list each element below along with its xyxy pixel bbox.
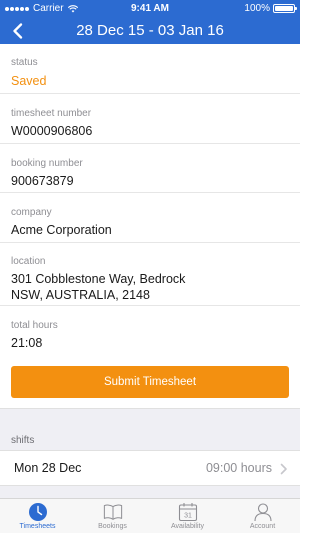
booking-number-value: 900673879 <box>11 174 74 188</box>
tab-availability[interactable]: 31 Availability <box>150 499 225 533</box>
battery-icon <box>273 4 297 13</box>
person-icon <box>253 503 272 522</box>
timesheet-number-value: W0000906806 <box>11 124 93 138</box>
navigation-bar: 28 Dec 15 - 03 Jan 16 <box>0 18 300 44</box>
booking-number-field: booking number 900673879 <box>0 144 300 193</box>
shift-day: Mon 28 Dec <box>14 461 82 475</box>
status-label: status <box>11 57 38 68</box>
company-label: company <box>11 207 52 218</box>
clock-icon <box>28 503 47 521</box>
company-field: company Acme Corporation <box>0 193 300 243</box>
total-hours-value: 21:08 <box>11 336 43 350</box>
tab-label: Bookings <box>98 523 127 530</box>
status-field: status Saved <box>0 44 300 94</box>
calendar-icon: 31 <box>178 503 197 522</box>
tab-label: Timesheets <box>19 523 56 530</box>
location-line-1: 301 Cobblestone Way, Bedrock <box>11 272 186 286</box>
tab-account[interactable]: Account <box>225 499 300 533</box>
shifts-header: shifts <box>11 435 35 446</box>
shift-hours: 09:00 hours <box>205 461 272 475</box>
submit-timesheet-button[interactable]: Submit Timesheet <box>11 366 289 398</box>
page-title: 28 Dec 15 - 03 Jan 16 <box>76 22 224 39</box>
tab-label: Account <box>249 523 276 530</box>
battery-percent: 100% <box>244 3 270 14</box>
tab-timesheets[interactable]: Timesheets <box>0 499 75 533</box>
location-label: location <box>11 256 46 267</box>
timesheet-details: status Saved timesheet number W000090680… <box>0 44 300 355</box>
chevron-right-icon <box>280 463 287 475</box>
location-field: location 301 Cobblestone Way, Bedrock NS… <box>0 243 300 306</box>
calendar-day-number: 31 <box>184 513 192 520</box>
shift-row[interactable]: Mon 28 Dec 09:00 hours <box>0 450 300 486</box>
company-value: Acme Corporation <box>11 223 112 237</box>
tab-bar: Timesheets Bookings 31 Availability Acco… <box>0 498 300 533</box>
book-icon <box>103 504 122 520</box>
timesheet-number-label: timesheet number <box>11 108 92 119</box>
status-bar: Carrier 9:41 AM 100% <box>0 0 300 18</box>
tab-label: Availability <box>171 523 204 530</box>
location-line-2: NSW, AUSTRALIA, 2148 <box>11 288 150 302</box>
timesheet-number-field: timesheet number W0000906806 <box>0 94 300 144</box>
booking-number-label: booking number <box>11 158 83 169</box>
status-value: Saved <box>11 74 47 88</box>
total-hours-label: total hours <box>11 320 58 331</box>
total-hours-field: total hours 21:08 <box>0 306 300 355</box>
shifts-section: shifts Mon 28 Dec 09:00 hours <box>0 408 300 498</box>
battery-group: 100% <box>244 3 297 14</box>
tab-bookings[interactable]: Bookings <box>75 499 150 533</box>
